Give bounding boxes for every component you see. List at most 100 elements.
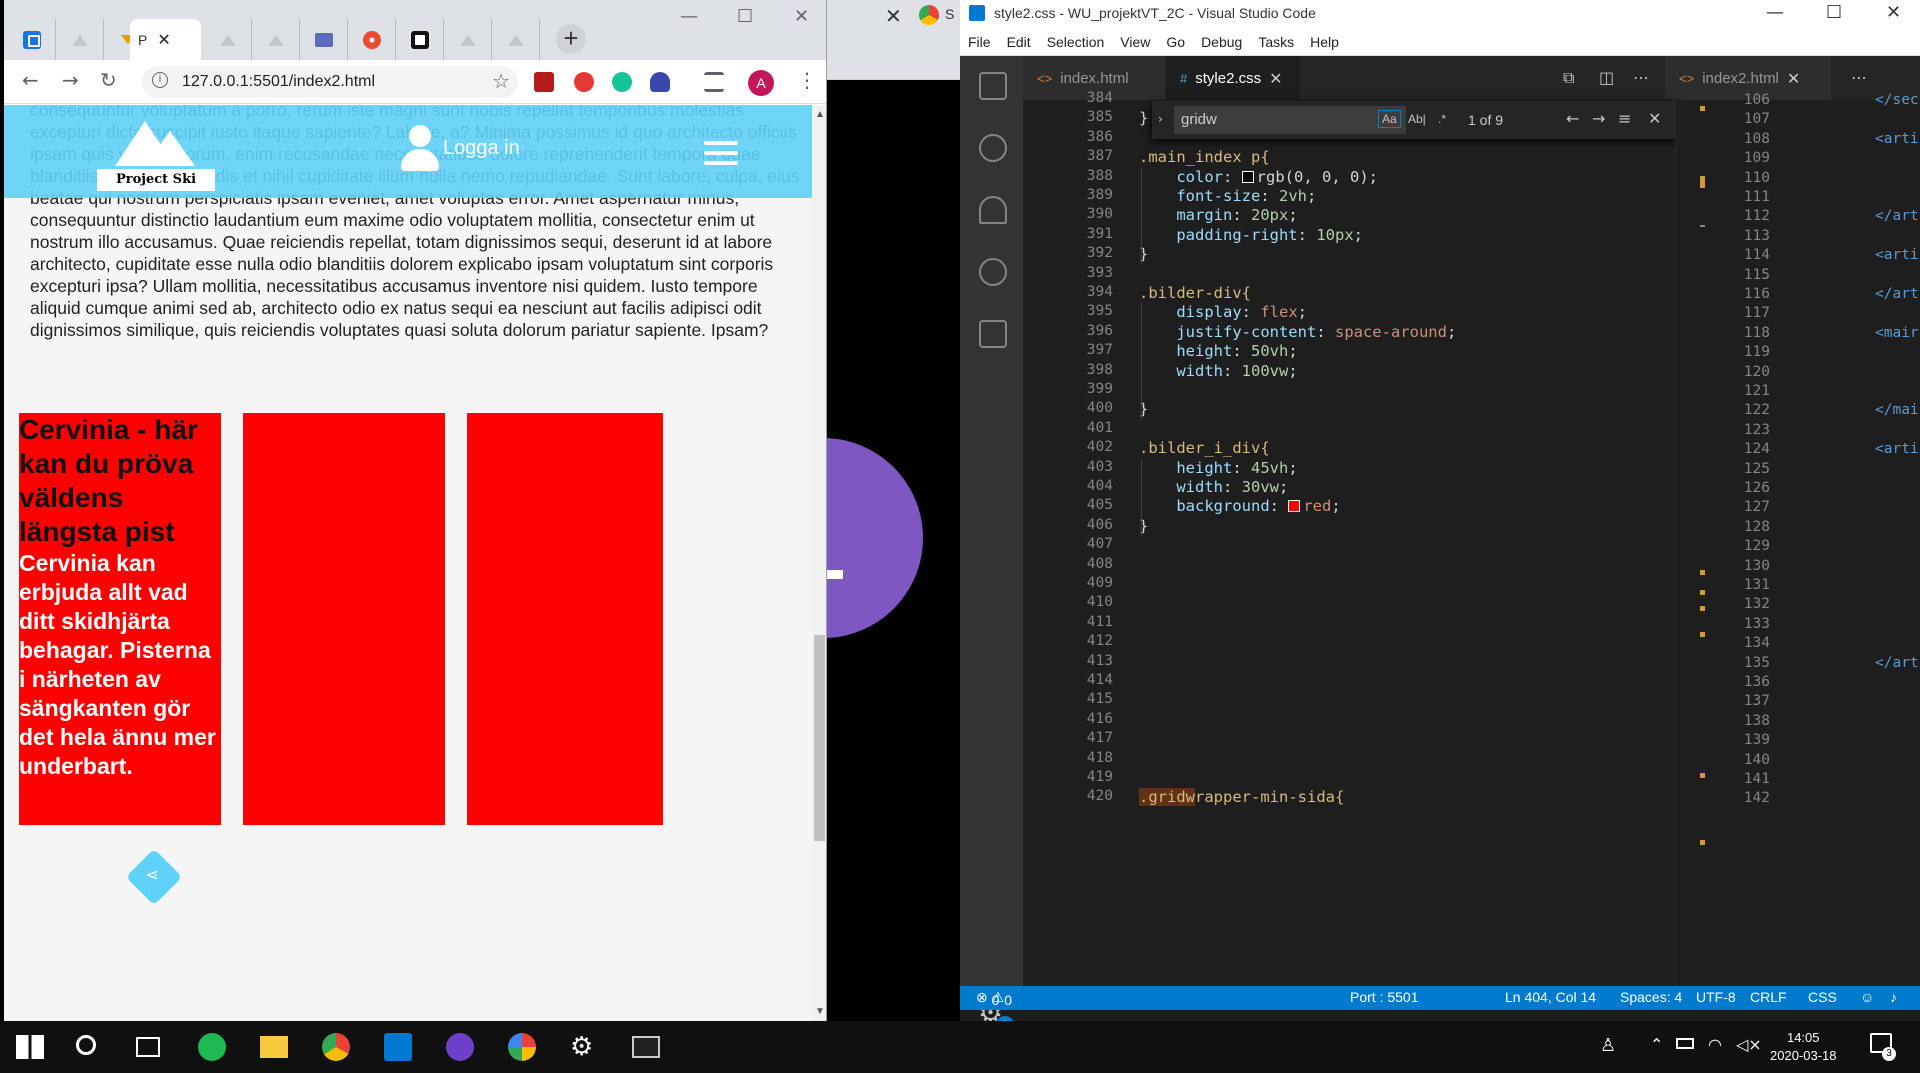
code-line[interactable]: background: red; bbox=[1139, 497, 1340, 515]
scroll-up-arrow[interactable]: ▲ bbox=[815, 109, 825, 120]
tab-7[interactable] bbox=[300, 19, 348, 60]
windows-start-icon[interactable] bbox=[16, 1035, 44, 1059]
minimize-icon[interactable]: — bbox=[680, 6, 698, 27]
cursor-position[interactable]: Ln 404, Col 14 bbox=[1505, 989, 1596, 1005]
info-icon[interactable]: i bbox=[152, 72, 168, 88]
back-icon[interactable]: ← bbox=[22, 68, 39, 92]
code-line[interactable]: .bilder-div{ bbox=[1139, 284, 1251, 302]
code-line[interactable]: height: 50vh; bbox=[1139, 342, 1297, 360]
background-browser-tabstrip[interactable]: ✕ S bbox=[827, 0, 960, 80]
debug-icon[interactable] bbox=[979, 258, 1007, 286]
new-tab-button[interactable]: + bbox=[556, 24, 586, 54]
indentation[interactable]: Spaces: 4 bbox=[1620, 989, 1682, 1005]
playlist-icon[interactable] bbox=[704, 72, 724, 92]
menu-selection[interactable]: Selection bbox=[1047, 34, 1105, 50]
search-icon[interactable] bbox=[979, 134, 1007, 162]
menu-tasks[interactable]: Tasks bbox=[1258, 34, 1294, 50]
match-case-toggle[interactable]: Aa bbox=[1378, 110, 1401, 128]
split-editor-icon[interactable]: ◫ bbox=[1599, 68, 1614, 87]
settings-gear-icon[interactable]: ⚙ bbox=[570, 1033, 598, 1061]
find-in-selection-icon[interactable]: ≡ bbox=[1618, 109, 1631, 128]
forward-icon[interactable]: → bbox=[62, 68, 79, 92]
search-icon[interactable] bbox=[76, 1035, 96, 1055]
menu-view[interactable]: View bbox=[1120, 34, 1150, 50]
maximize-icon[interactable]: ☐ bbox=[1826, 2, 1842, 23]
more-actions-icon[interactable]: ⋯ bbox=[1851, 68, 1867, 87]
code-line[interactable]: </art bbox=[1875, 208, 1919, 224]
reload-icon[interactable]: ↻ bbox=[100, 68, 117, 92]
address-bar[interactable]: i 127.0.0.1:5501/index2.html ☆ bbox=[142, 66, 518, 98]
close-icon[interactable]: ✕ bbox=[157, 30, 170, 49]
code-line[interactable]: <arti bbox=[1875, 131, 1919, 147]
people-icon[interactable]: ♙ bbox=[1600, 1035, 1616, 1056]
code-line[interactable]: </mai bbox=[1875, 402, 1919, 418]
tab-5[interactable] bbox=[204, 19, 252, 60]
wifi-icon[interactable]: ◠ bbox=[1708, 1035, 1722, 1054]
menu-debug[interactable]: Debug bbox=[1201, 34, 1242, 50]
more-actions-icon[interactable]: ⋯ bbox=[1633, 68, 1649, 87]
menu-file[interactable]: File bbox=[968, 34, 991, 50]
code-line[interactable]: color: rgb(0, 0, 0); bbox=[1139, 168, 1378, 186]
page-scrollbar[interactable]: ▲ ▼ bbox=[812, 105, 826, 1021]
find-input[interactable]: gridw bbox=[1174, 106, 1406, 134]
task-view-icon[interactable] bbox=[136, 1037, 160, 1057]
code-line[interactable]: .bilder_i_div{ bbox=[1139, 439, 1270, 457]
code-line[interactable]: display: flex; bbox=[1139, 303, 1307, 321]
headphones-icon[interactable] bbox=[650, 72, 670, 92]
close-window-icon[interactable]: ✕ bbox=[794, 6, 809, 27]
volume-muted-icon[interactable]: ◁× bbox=[1736, 1035, 1762, 1054]
menu-edit[interactable]: Edit bbox=[1007, 34, 1031, 50]
html-editor-split[interactable]: 106 </sec 107 108 <arti 109 110 111 112 </art 113 1… bbox=[1705, 92, 1920, 986]
line-ending[interactable]: CRLF bbox=[1750, 989, 1787, 1005]
feedback-icon[interactable]: ☺ bbox=[1860, 989, 1874, 1005]
chrome-taskbar-icon[interactable] bbox=[322, 1033, 350, 1061]
code-line[interactable]: justify-content: space-around; bbox=[1139, 323, 1456, 341]
grammarly-icon[interactable] bbox=[612, 72, 632, 92]
opera-extension-icon[interactable] bbox=[574, 72, 594, 92]
code-line[interactable]: width: 30vw; bbox=[1139, 478, 1288, 496]
code-line[interactable]: <arti bbox=[1875, 247, 1919, 263]
code-line[interactable]: <arti bbox=[1875, 441, 1919, 457]
code-line[interactable]: font-size: 2vh; bbox=[1139, 187, 1316, 205]
source-control-icon[interactable] bbox=[979, 196, 1007, 224]
code-line[interactable]: padding-right: 10px; bbox=[1139, 226, 1363, 244]
tab-8[interactable] bbox=[348, 19, 396, 60]
close-tab-icon[interactable]: ✕ bbox=[1787, 69, 1800, 88]
explorer-icon[interactable] bbox=[979, 72, 1007, 100]
hamburger-menu-icon[interactable] bbox=[704, 141, 738, 171]
tab-6[interactable] bbox=[252, 19, 300, 60]
show-hidden-icons[interactable]: ⌃ bbox=[1650, 1035, 1663, 1054]
code-line[interactable]: } bbox=[1139, 109, 1148, 127]
code-line[interactable]: height: 45vh; bbox=[1139, 459, 1297, 477]
code-line[interactable]: margin: 20px; bbox=[1139, 206, 1297, 224]
clock[interactable]: 14:05 2020-03-18 bbox=[1770, 1029, 1837, 1065]
previous-match-icon[interactable]: ← bbox=[1566, 109, 1579, 128]
github-desktop-icon[interactable] bbox=[446, 1033, 474, 1061]
tab-style2-css[interactable]: # style2.css ✕ bbox=[1166, 56, 1300, 100]
bookmark-star-icon[interactable]: ☆ bbox=[492, 69, 510, 93]
scroll-down-arrow[interactable]: ▼ bbox=[815, 1006, 825, 1017]
tab-11[interactable] bbox=[492, 19, 540, 60]
code-line[interactable]: </sec bbox=[1875, 92, 1919, 108]
tab-10[interactable] bbox=[444, 19, 492, 60]
menu-go[interactable]: Go bbox=[1166, 34, 1185, 50]
minimize-icon[interactable]: — bbox=[1766, 2, 1784, 23]
battery-icon[interactable] bbox=[1676, 1038, 1694, 1049]
close-window-icon[interactable]: ✕ bbox=[1886, 2, 1901, 23]
vscode-taskbar-icon[interactable] bbox=[384, 1033, 412, 1061]
encoding[interactable]: UTF-8 bbox=[1696, 989, 1736, 1005]
close-icon[interactable]: ✕ bbox=[885, 4, 902, 28]
open-preview-icon[interactable]: ⧉ bbox=[1563, 68, 1574, 88]
file-explorer-icon[interactable] bbox=[260, 1036, 288, 1058]
pdf-extension-icon[interactable] bbox=[534, 72, 554, 92]
more-menu-icon[interactable]: ⋮ bbox=[797, 68, 817, 92]
code-line[interactable]: <mair bbox=[1875, 325, 1919, 341]
live-server-port[interactable]: Port : 5501 bbox=[1350, 989, 1419, 1005]
spotify-icon[interactable] bbox=[198, 1033, 226, 1061]
css-editor[interactable]: 384 385} 386 387 .main_index p{388 color: rg… bbox=[1023, 90, 1663, 986]
code-line[interactable]: width: 100vw; bbox=[1139, 362, 1297, 380]
toggle-replace-icon[interactable]: › bbox=[1158, 112, 1163, 126]
tab-active[interactable]: P ✕ bbox=[130, 19, 201, 60]
chrome-canary-icon[interactable] bbox=[508, 1033, 536, 1061]
scroll-thumb[interactable] bbox=[814, 635, 825, 841]
